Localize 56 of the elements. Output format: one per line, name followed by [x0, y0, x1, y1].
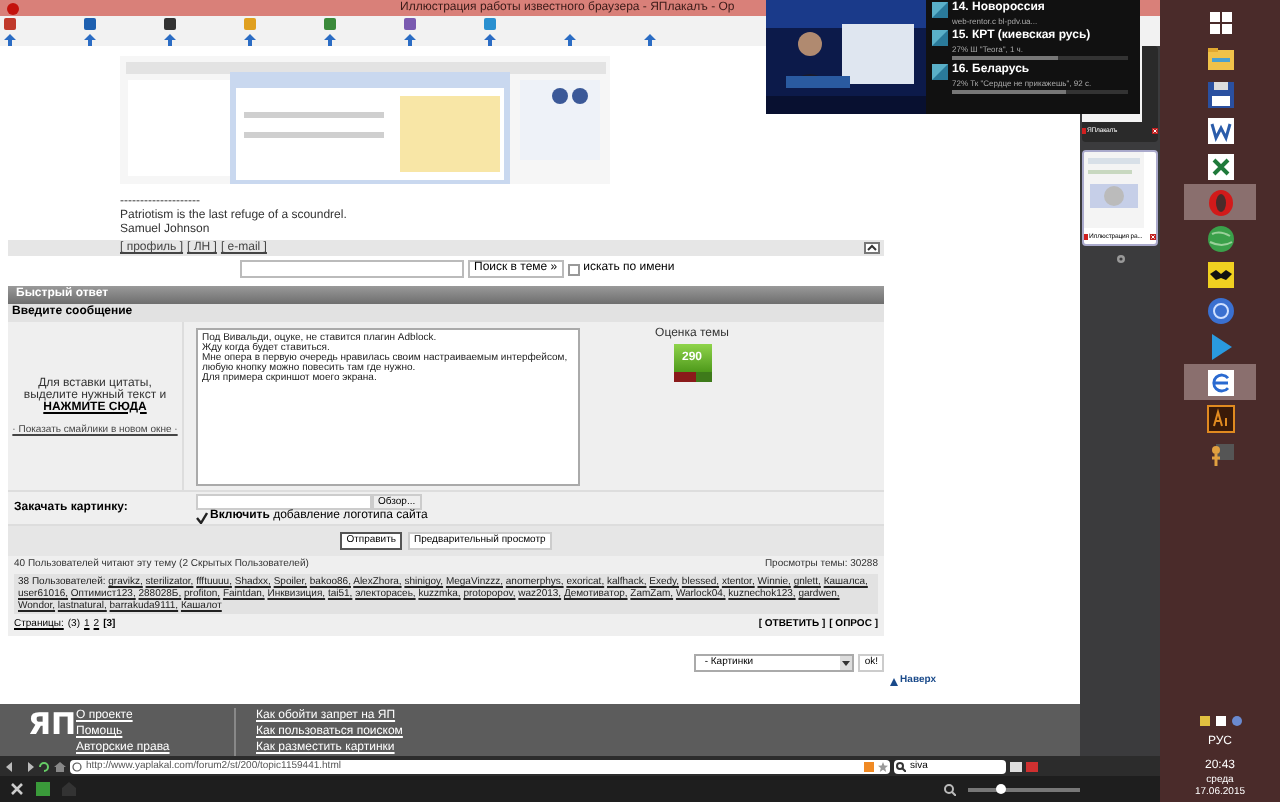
- forward-icon: [22, 761, 34, 771]
- back-icon: [6, 761, 18, 771]
- message-field[interactable]: [196, 328, 580, 486]
- close-icon: [1152, 127, 1158, 133]
- slider-thumb[interactable]: [995, 783, 1006, 793]
- browser-icon: [1205, 187, 1235, 217]
- up-arrow-icon: [890, 678, 899, 686]
- bookmark-arrow-icon: [484, 33, 496, 45]
- minus-button[interactable]: [673, 372, 695, 382]
- opera-icon: [6, 1, 20, 15]
- globe-icon: [1205, 223, 1235, 253]
- bookmark-arrow-icon: [4, 33, 16, 45]
- reload-icon: [38, 761, 50, 771]
- panel-icon: [36, 782, 50, 796]
- circle-icon: [1205, 295, 1235, 325]
- globe-icon: [72, 761, 82, 771]
- bookmark-arrow-icon: [404, 33, 416, 45]
- design-app-icon: [1205, 403, 1235, 433]
- rss-icon: [864, 761, 874, 771]
- notification-icon: [1199, 716, 1209, 726]
- bookmark-arrow-icon: [564, 33, 576, 45]
- scroll-up-icon: [864, 242, 880, 254]
- reader-icon: [1010, 761, 1022, 771]
- bookmark-icon: [324, 18, 336, 30]
- bookmark-arrow-icon: [244, 33, 256, 45]
- checkbox[interactable]: [567, 263, 580, 275]
- browser-icon: [1205, 367, 1235, 397]
- bookmark-icon: [484, 18, 496, 30]
- bookmark-icon: [164, 18, 176, 30]
- document-icon: [1205, 115, 1235, 145]
- search-icon: [896, 761, 906, 771]
- bookmark-icon: [244, 18, 256, 30]
- search-field[interactable]: [240, 260, 464, 278]
- bat-icon: [1205, 259, 1235, 289]
- close-icon: [1150, 233, 1156, 239]
- site-logo: ЯП: [28, 708, 74, 742]
- globe-icon: [1231, 716, 1241, 726]
- zoom-icon: [944, 783, 956, 795]
- file-field[interactable]: [196, 494, 372, 510]
- bookmark-arrow-icon: [164, 33, 176, 45]
- bookmark-icon: [404, 18, 416, 30]
- extension-icon: [1026, 761, 1038, 771]
- bookmark-arrow-icon: [84, 33, 96, 45]
- bookmark-icon: [4, 18, 16, 30]
- bookmark-arrow-icon: [324, 33, 336, 45]
- windows-logo-icon: [1205, 7, 1235, 37]
- bookmark-icon: [84, 18, 96, 30]
- network-icon: [1215, 716, 1225, 726]
- folder-icon: [1205, 43, 1235, 73]
- settings-icon: [1115, 254, 1125, 264]
- channel-icon: [932, 64, 948, 80]
- dropdown-icon: [840, 656, 853, 670]
- star-icon: [878, 761, 888, 771]
- tools-icon: [10, 782, 24, 796]
- spreadsheet-icon: [1205, 151, 1235, 181]
- bookmark-arrow-icon: [644, 33, 656, 45]
